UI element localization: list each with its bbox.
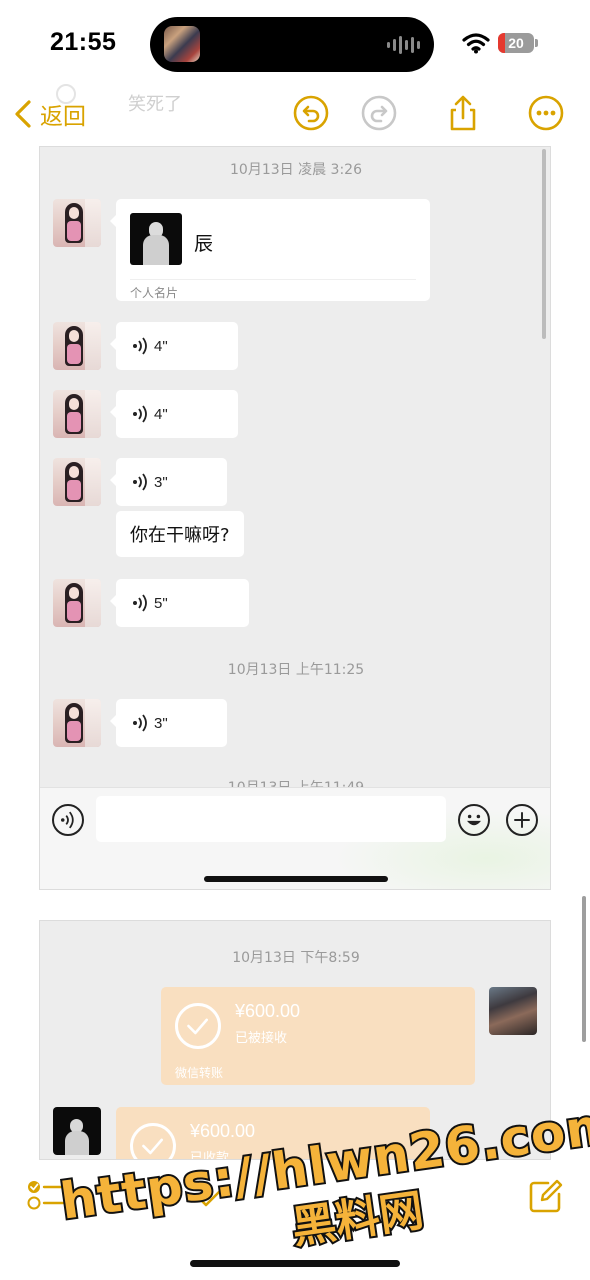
card-label: 个人名片	[130, 286, 179, 300]
voice-wave-icon	[133, 473, 147, 491]
markup-icon[interactable]	[196, 1184, 226, 1210]
compose-icon[interactable]	[528, 1178, 564, 1214]
voice-wave-icon	[133, 594, 147, 612]
my-avatar[interactable]	[489, 987, 537, 1035]
redo-icon[interactable]	[360, 94, 398, 132]
status-time: 21:55	[50, 28, 117, 56]
voice-toggle-icon[interactable]	[52, 804, 84, 836]
plus-icon[interactable]	[506, 804, 538, 836]
card-avatar	[130, 213, 182, 265]
contact-avatar[interactable]	[53, 699, 101, 747]
voice-message[interactable]: 4"	[110, 390, 238, 438]
voice-message[interactable]: 3"	[110, 699, 227, 747]
back-label: 返回	[40, 104, 86, 130]
voice-wave-icon	[133, 405, 147, 423]
note-scrollbar[interactable]	[582, 896, 586, 1042]
contact-avatar[interactable]	[53, 322, 101, 370]
battery-nub	[535, 39, 538, 47]
voice-duration: 5"	[154, 594, 168, 612]
text-message[interactable]: 你在干嘛呀?	[116, 511, 244, 557]
more-icon[interactable]	[527, 94, 565, 132]
message-input[interactable]	[96, 796, 446, 842]
dynamic-island[interactable]	[150, 17, 434, 72]
check-circle-icon	[130, 1123, 176, 1159]
screenshot-home-indicator	[204, 876, 388, 882]
received-transfer-card[interactable]: ¥600.00 已收款	[116, 1107, 430, 1160]
voice-message[interactable]: 5"	[110, 579, 249, 627]
island-thumbnail-icon	[164, 26, 200, 62]
chevron-left-icon	[15, 100, 31, 128]
back-button[interactable]: 返回	[12, 94, 86, 134]
contact-avatar[interactable]	[53, 458, 101, 506]
battery-icon: 20	[498, 33, 534, 53]
card-name: 辰	[194, 233, 214, 255]
share-icon[interactable]	[444, 94, 482, 132]
voice-duration: 3"	[154, 714, 168, 732]
contact-avatar[interactable]	[53, 579, 101, 627]
transfer-footer: 微信转账	[175, 1066, 224, 1080]
check-circle-icon	[175, 1003, 221, 1049]
chat-timestamp: 10月13日 上午11:25	[227, 662, 365, 678]
voice-wave-icon	[133, 714, 147, 732]
transfer-amount: ¥600.00	[235, 1001, 301, 1021]
audio-wave-icon	[387, 35, 420, 55]
sent-transfer-card[interactable]: ¥600.00 已被接收 微信转账	[161, 987, 475, 1085]
voice-message[interactable]: 3"	[110, 458, 227, 506]
transfer-screenshot[interactable]: 10月13日 下午8:59 ¥600.00 已被接收 微信转账 ¥600.00 …	[39, 920, 551, 1160]
notes-nav-bar: 笑死了 返回	[0, 80, 590, 150]
undo-icon[interactable]	[292, 94, 330, 132]
emoji-icon[interactable]	[458, 804, 490, 836]
contact-card[interactable]: 辰 个人名片	[110, 199, 430, 301]
transfer-status: 已被接收	[235, 1031, 288, 1046]
voice-message[interactable]: 4"	[110, 322, 238, 370]
ghost-note-title: 笑死了	[128, 94, 182, 115]
voice-duration: 4"	[154, 405, 168, 423]
transfer-amount: ¥600.00	[190, 1121, 256, 1141]
chat-timestamp: 10月13日 凌晨 3:26	[230, 162, 362, 178]
contact-avatar[interactable]	[53, 390, 101, 438]
card-divider	[130, 279, 416, 280]
checklist-icon[interactable]	[26, 1178, 66, 1212]
chat-input-bar	[40, 787, 550, 889]
contact-avatar[interactable]	[53, 1107, 101, 1155]
wifi-icon	[462, 33, 490, 54]
chat-screenshot[interactable]: 10月13日 凌晨 3:26 辰 个人名片 4" 4" 3" 你在干嘛呀? 5"…	[39, 146, 551, 890]
transfer-status: 已收款	[190, 1151, 230, 1160]
transfer-timestamp: 10月13日 下午8:59	[232, 950, 360, 966]
status-bar: 21:55 20	[0, 0, 590, 80]
home-indicator	[190, 1260, 400, 1267]
voice-duration: 4"	[154, 337, 168, 355]
notes-toolbar	[0, 1160, 590, 1280]
voice-wave-icon	[133, 337, 147, 355]
battery-level: 20	[508, 35, 524, 51]
voice-duration: 3"	[154, 473, 168, 491]
contact-avatar[interactable]	[53, 199, 101, 247]
